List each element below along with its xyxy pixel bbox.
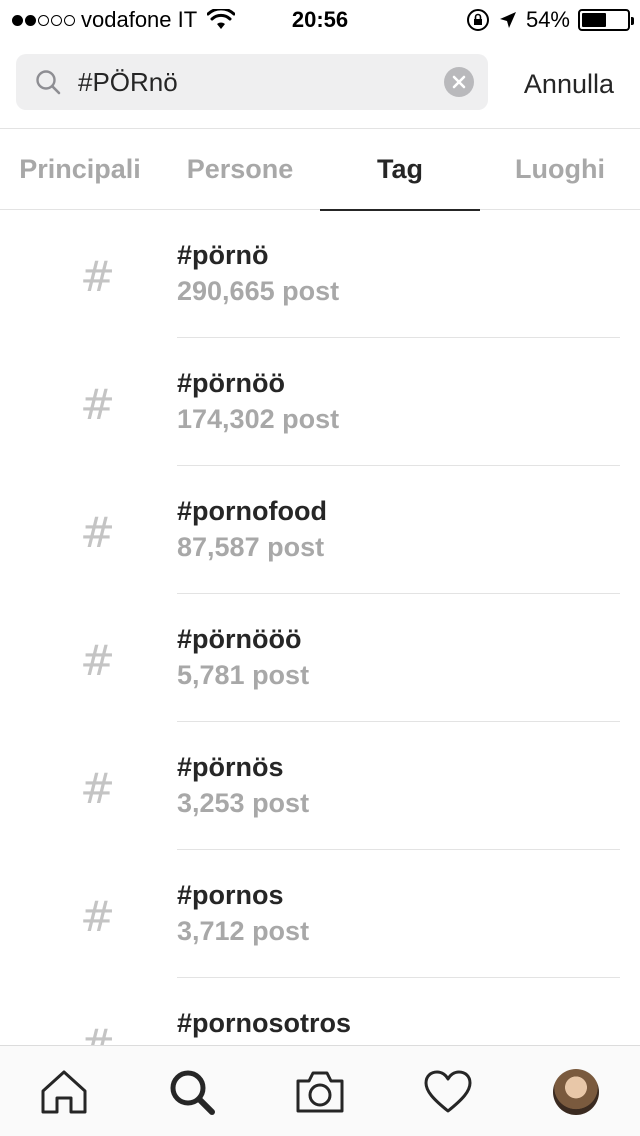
tag-name: #pörnöö	[177, 368, 285, 398]
list-item[interactable]: # #pornofood 87,587 post	[0, 466, 640, 594]
heart-icon	[424, 1070, 472, 1113]
tab-luoghi[interactable]: Luoghi	[480, 129, 640, 210]
rotation-lock-icon	[466, 9, 489, 31]
battery-fill	[582, 13, 606, 27]
nav-camera-button[interactable]	[292, 1066, 348, 1118]
bottom-tab-bar	[0, 1045, 640, 1136]
search-tabs: Principali Persone Tag Luoghi	[0, 128, 640, 211]
search-icon	[170, 1070, 215, 1115]
list-item[interactable]: # #pörnös 3,253 post	[0, 722, 640, 850]
tab-principali[interactable]: Principali	[0, 129, 160, 210]
tag-name: #pornofood	[177, 496, 327, 526]
post-count: 174,302 post	[177, 404, 340, 434]
nav-search-button[interactable]	[164, 1066, 220, 1118]
tag-name: #pörnö	[177, 240, 269, 270]
camera-icon	[296, 1071, 344, 1113]
nav-home-button[interactable]	[36, 1066, 92, 1118]
cancel-button[interactable]: Annulla	[524, 60, 614, 108]
hashtag-icon: #	[80, 764, 116, 813]
hashtag-icon: #	[80, 636, 116, 685]
list-item[interactable]: # #pornosotros	[0, 978, 640, 1045]
tag-name: #pörnös	[177, 752, 284, 782]
search-input[interactable]: #PÖRnö	[78, 54, 178, 110]
tag-results-list: # #pörnö 290,665 post # #pörnöö 174,302 …	[0, 210, 640, 1045]
clear-search-button[interactable]	[444, 67, 474, 97]
tag-name: #pornos	[177, 880, 284, 910]
home-icon	[41, 1070, 87, 1114]
tab-persone[interactable]: Persone	[160, 129, 320, 210]
hashtag-icon: #	[80, 380, 116, 429]
post-count: 87,587 post	[177, 532, 325, 562]
hashtag-icon: #	[80, 892, 116, 941]
status-bar-right: 54%	[466, 6, 634, 34]
nav-activity-button[interactable]	[420, 1066, 476, 1118]
nav-profile-button[interactable]	[548, 1066, 604, 1118]
post-count: 3,253 post	[177, 788, 310, 818]
battery-percent: 54%	[525, 7, 570, 32]
hashtag-icon: #	[80, 508, 116, 557]
list-item[interactable]: # #pörnöö 174,302 post	[0, 338, 640, 466]
list-item[interactable]: # #pörnööö 5,781 post	[0, 594, 640, 722]
avatar	[553, 1069, 599, 1115]
hashtag-icon: #	[80, 1020, 116, 1045]
tag-name: #pornosotros	[177, 1008, 352, 1038]
search-field[interactable]: #PÖRnö	[16, 54, 488, 110]
list-item[interactable]: # #pörnö 290,665 post	[0, 210, 640, 338]
hashtag-icon: #	[80, 252, 116, 301]
post-count: 290,665 post	[177, 276, 340, 306]
close-icon	[452, 75, 466, 89]
list-item[interactable]: # #pornos 3,712 post	[0, 850, 640, 978]
status-bar: vodafone IT 20:56 54%	[0, 0, 640, 40]
tab-tag[interactable]: Tag	[320, 129, 480, 211]
search-icon	[36, 70, 61, 95]
post-count: 3,712 post	[177, 916, 310, 946]
post-count: 5,781 post	[177, 660, 310, 690]
tag-name: #pörnööö	[177, 624, 302, 654]
battery-icon	[578, 9, 634, 31]
location-arrow-icon	[499, 12, 516, 28]
